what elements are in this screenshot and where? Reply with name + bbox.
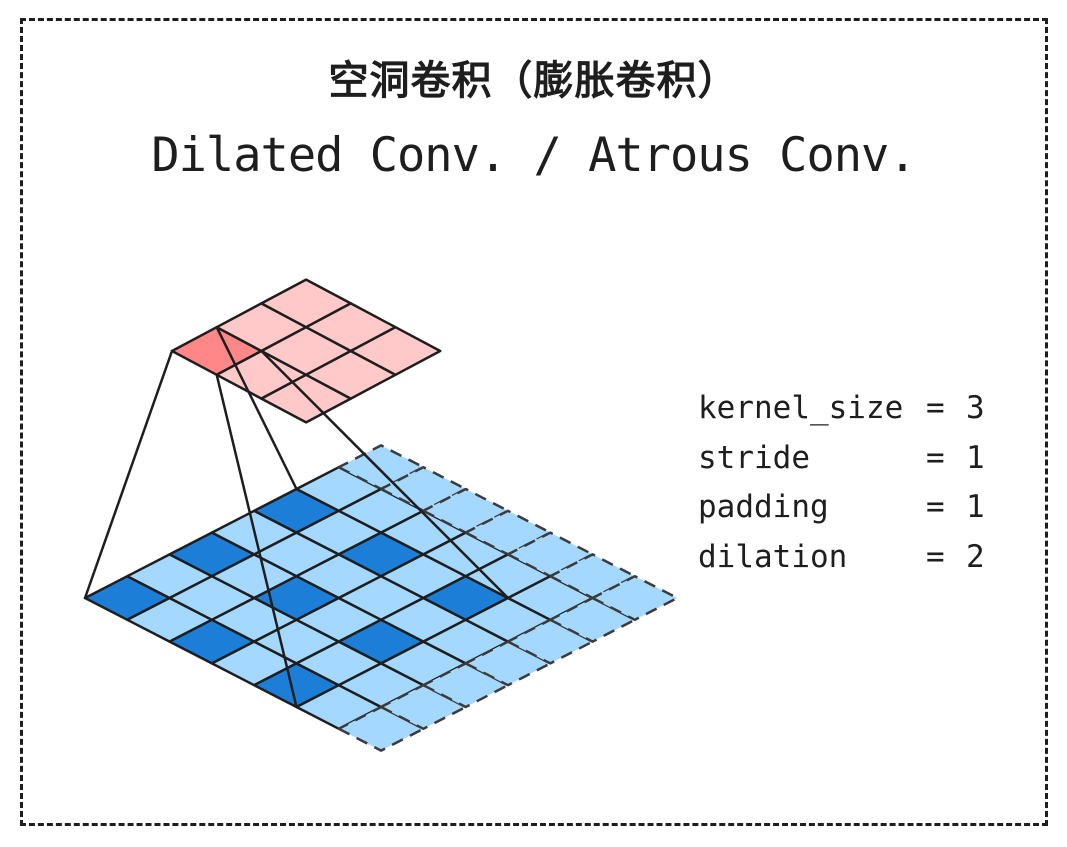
param-dilation: dilation = 2: [698, 533, 985, 583]
param-padding: padding = 1: [698, 483, 985, 533]
param-value: 3: [966, 390, 985, 426]
parameter-list: kernel_size = 3 stride = 1 padding = 1 dilatio…: [698, 384, 985, 582]
param-name: kernel_size: [698, 390, 904, 426]
param-kernel-size: kernel_size = 3: [698, 384, 985, 434]
equals-sign: =: [926, 439, 945, 476]
param-value: 1: [966, 489, 985, 525]
param-stride: stride = 1: [698, 434, 985, 484]
output-grid: [170, 278, 442, 424]
param-name: stride: [698, 439, 810, 476]
param-name: padding: [698, 489, 829, 525]
equals-sign: =: [926, 489, 945, 525]
param-value: 2: [966, 538, 985, 575]
param-name: dilation: [698, 538, 848, 575]
equals-sign: =: [926, 390, 945, 426]
equals-sign: =: [926, 538, 945, 575]
input-grid: [83, 444, 679, 752]
param-value: 1: [966, 439, 985, 476]
